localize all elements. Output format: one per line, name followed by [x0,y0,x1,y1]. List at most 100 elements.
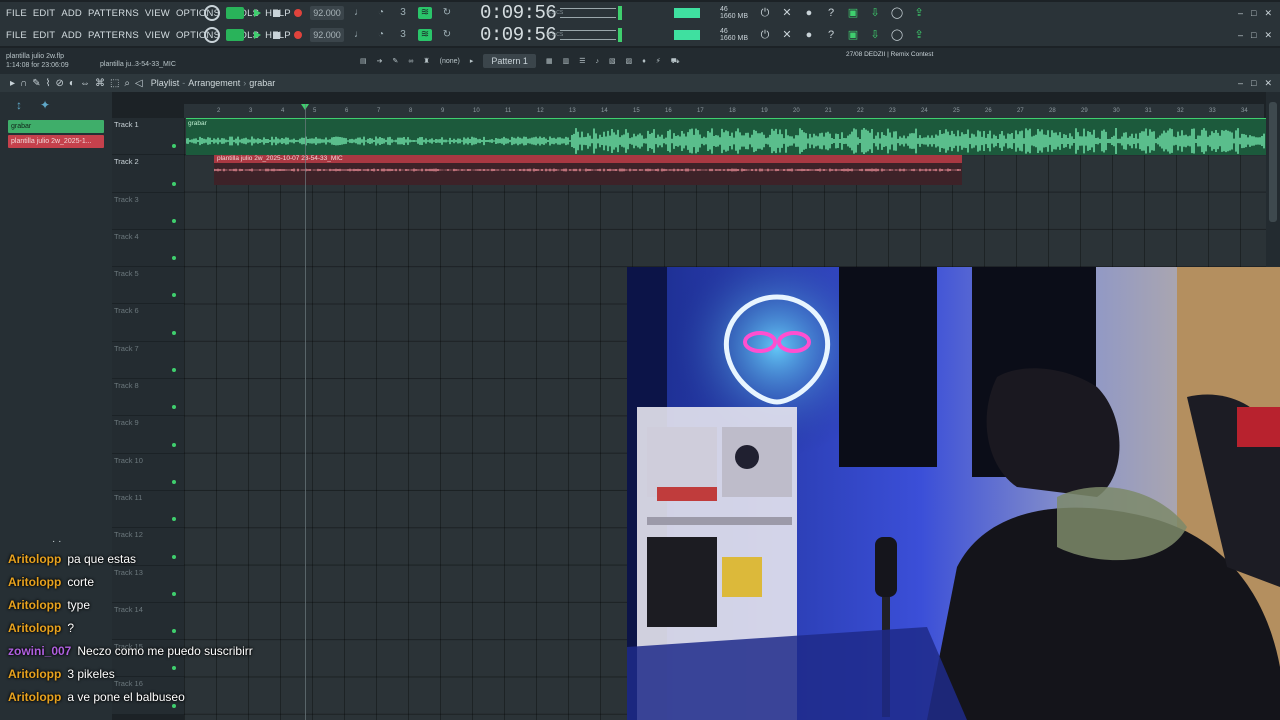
metronome-icon[interactable]: ♩ [352,7,366,19]
tempo-display[interactable]: 92.000 [310,28,344,42]
close-icon[interactable]: ✕ [1264,30,1272,41]
slice-icon[interactable]: ⌘ [95,78,105,89]
stop-button[interactable] [273,9,280,17]
track-enable-indicator[interactable] [172,256,176,261]
track-enable-indicator[interactable] [172,293,176,298]
maximize-icon[interactable]: □ [1251,8,1256,19]
clip-title[interactable]: grabar [249,78,275,88]
mic-icon[interactable]: ● [802,6,816,20]
arrow-right-icon[interactable]: ➔ [377,57,383,65]
scroll-thumb[interactable] [1269,102,1277,222]
mixer-icon[interactable]: ☰ [579,57,585,65]
view-title[interactable]: Arrangement [188,78,240,88]
magnet-icon[interactable]: ∩ [20,78,27,89]
play-button[interactable] [254,31,261,39]
menu-view[interactable]: VIEW [145,30,170,41]
play-pattern-icon[interactable]: ▸ [10,78,15,89]
track-header[interactable]: Track 10 [112,453,184,491]
piano-icon[interactable]: ▤ [360,57,367,65]
track-enable-indicator[interactable] [172,218,176,223]
close-icon[interactable]: ✕ [1264,8,1272,19]
blend-notes-icon[interactable]: ≋ [418,29,432,41]
track-header[interactable]: Track 4 [112,229,184,268]
metronome-icon[interactable]: ♩ [352,29,366,41]
track-header[interactable]: Track 6 [112,304,184,342]
track-header[interactable]: Track 9 [112,416,184,454]
track-header[interactable]: Track 3 [112,192,184,230]
brush-icon[interactable]: ✎ [393,57,399,65]
menu-patterns[interactable]: PATTERNS [88,8,139,19]
power-icon[interactable]: ⏻ [758,6,772,20]
bolt-icon[interactable]: ⚡ [656,57,661,65]
track-enable-indicator[interactable] [172,144,176,149]
plugin-icon[interactable]: ▨ [626,57,633,65]
audio-clip-mic[interactable]: plantilla julio 2w_2025-10-07 23-54-33_M… [214,155,962,185]
mixer-link-icon[interactable]: ✕ [780,28,794,42]
track-enable-indicator[interactable] [172,405,176,410]
close-icon[interactable]: ✕ [1264,78,1272,89]
menu-edit[interactable]: EDIT [33,30,55,41]
minimize-icon[interactable]: – [1238,30,1243,41]
minimize-icon[interactable]: – [1238,78,1243,89]
browser-icon[interactable]: ▧ [609,57,616,65]
countdown-icon[interactable]: 3 [396,7,410,19]
pattern-item[interactable]: grabar [8,120,104,133]
mic-icon[interactable]: ● [802,28,816,42]
timeline-ruler[interactable]: 2 3 4 5 6 7 8 9 10 11 12 13 14 15 16 17 18 19 20 21 22 23 24 25… [184,104,1264,118]
maximize-icon[interactable]: □ [1251,30,1256,41]
play-button[interactable] [254,9,261,17]
song-mode-button[interactable] [226,7,244,19]
mute-icon[interactable]: ◐ [69,78,75,89]
pattern-select[interactable]: Pattern 1 [483,54,536,68]
track-header[interactable]: Track 7 [112,341,184,380]
chat-icon[interactable]: ◯ [890,28,904,42]
wait-record-icon[interactable]: ◔ [374,29,388,41]
record-button[interactable] [294,9,302,17]
cart-icon[interactable]: ⛟ [671,57,680,66]
track-header[interactable]: Track 5 [112,267,184,305]
save-icon[interactable]: ▣ [846,6,860,20]
select-icon[interactable]: ⬚ [110,78,119,89]
menu-edit[interactable]: EDIT [33,8,55,19]
menu-file[interactable]: FILE [6,8,27,19]
slip-icon[interactable]: ⇔ [80,78,90,89]
menu-add[interactable]: ADD [61,8,82,19]
news-panel[interactable]: 27/08 DEDZII | Remix Contest [846,51,933,59]
piano-roll-icon[interactable]: ♪ [595,58,599,65]
song-mode-button[interactable] [226,29,244,41]
maximize-icon[interactable]: □ [1251,78,1256,89]
stop-button[interactable] [273,31,280,39]
arrow-icon[interactable]: ↕ [16,98,22,112]
help-icon[interactable]: ? [824,28,838,42]
menu-view[interactable]: VIEW [145,8,170,19]
paint-icon[interactable]: ⌇ [46,78,51,89]
export-icon[interactable]: ⇪ [912,6,926,20]
track-enable-indicator[interactable] [172,181,176,186]
menu-add[interactable]: ADD [61,30,82,41]
record-button[interactable] [294,31,302,39]
track-header[interactable]: Track 8 [112,379,184,417]
track-enable-indicator[interactable] [172,517,176,522]
download-icon[interactable]: ⇩ [868,28,882,42]
track-header[interactable]: Track 1 [112,118,184,156]
stamp-icon[interactable]: ♜ [423,57,429,65]
power-icon[interactable]: ⏻ [758,28,772,42]
audio-clip-item[interactable]: plantilla julio 2w_2025-1... [8,135,104,148]
channel-rack-icon[interactable]: ▥ [563,57,570,65]
zoom-icon[interactable]: ⌕ [124,78,130,89]
sparkle-icon[interactable]: ✦ [40,98,50,112]
track-header[interactable]: Track 2 [112,155,184,193]
track-enable-indicator[interactable] [172,479,176,484]
menu-file[interactable]: FILE [6,30,27,41]
loop-record-icon[interactable]: ↻ [440,7,454,19]
download-icon[interactable]: ⇩ [868,6,882,20]
help-icon[interactable]: ? [824,6,838,20]
save-icon[interactable]: ▣ [846,28,860,42]
speaker-icon[interactable]: ◁ [135,78,143,89]
export-icon[interactable]: ⇪ [912,28,926,42]
wait-record-icon[interactable]: ◔ [374,7,388,19]
chat-icon[interactable]: ◯ [890,6,904,20]
track-enable-indicator[interactable] [172,330,176,335]
countdown-icon[interactable]: 3 [396,29,410,41]
pattern-prev-icon[interactable]: ▸ [470,57,474,65]
